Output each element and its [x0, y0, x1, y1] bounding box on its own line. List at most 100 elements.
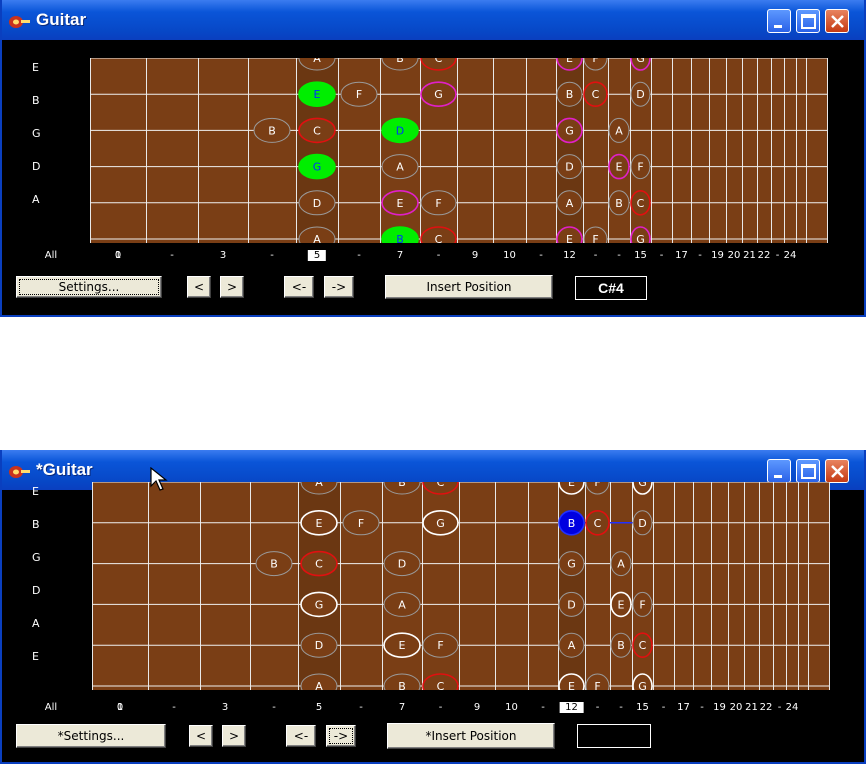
fret-number[interactable]: 21: [745, 702, 758, 713]
next-button[interactable]: >: [222, 725, 246, 747]
note-marker[interactable]: E: [608, 153, 630, 180]
title-bar[interactable]: Guitar: [2, 0, 864, 40]
note-marker[interactable]: F: [342, 510, 380, 536]
minimize-button[interactable]: [767, 9, 791, 33]
settings-button[interactable]: Settings...: [16, 276, 162, 298]
fret-number[interactable]: -: [617, 250, 621, 261]
note-marker[interactable]: E: [381, 190, 419, 216]
note-marker[interactable]: G: [420, 81, 457, 108]
note-marker[interactable]: C: [583, 81, 608, 108]
fret-number[interactable]: 24: [784, 250, 797, 261]
next-button[interactable]: >: [220, 276, 244, 298]
fret-number[interactable]: 1: [117, 702, 123, 713]
fret-number[interactable]: 17: [677, 702, 690, 713]
fret-number[interactable]: 5: [307, 250, 327, 261]
fret-number[interactable]: 12: [563, 250, 576, 261]
fret-number[interactable]: -: [619, 702, 623, 713]
fret-number[interactable]: 9: [474, 702, 480, 713]
fret-number[interactable]: -: [594, 250, 598, 261]
fret-number[interactable]: 10: [505, 702, 518, 713]
fret-number[interactable]: 20: [728, 250, 741, 261]
note-marker[interactable]: A: [608, 117, 630, 143]
fret-number[interactable]: -: [700, 702, 704, 713]
prev-position-button[interactable]: <-: [284, 276, 314, 298]
insert-position-button[interactable]: *Insert Position: [387, 723, 555, 749]
note-marker[interactable]: C: [585, 509, 610, 536]
note-marker[interactable]: D: [383, 551, 421, 577]
fret-number[interactable]: -: [662, 702, 666, 713]
note-marker[interactable]: D: [556, 154, 583, 180]
note-marker[interactable]: G: [422, 509, 459, 536]
all-frets-label[interactable]: All: [45, 702, 57, 713]
note-marker[interactable]: G: [556, 117, 583, 144]
note-marker[interactable]: A: [558, 632, 585, 658]
note-marker[interactable]: G: [298, 153, 336, 180]
note-marker[interactable]: C: [632, 632, 653, 658]
note-marker[interactable]: B: [610, 632, 632, 658]
note-marker[interactable]: E: [558, 673, 585, 690]
fret-number[interactable]: 19: [711, 250, 724, 261]
all-frets-label[interactable]: All: [45, 250, 57, 261]
fret-number[interactable]: 24: [786, 702, 799, 713]
fret-number[interactable]: 7: [399, 702, 405, 713]
note-marker[interactable]: E: [556, 226, 583, 243]
insert-position-button[interactable]: Insert Position: [385, 275, 553, 299]
next-position-button[interactable]: ->: [324, 276, 354, 298]
fret-number[interactable]: 22: [760, 702, 773, 713]
fretboard[interactable]: A B C E F G E F G B C D B C D G A G A D E F D E F A B C A B C E F G: [92, 482, 830, 690]
prev-button[interactable]: <: [189, 725, 213, 747]
fret-number[interactable]: 12: [559, 702, 584, 713]
settings-button[interactable]: *Settings...: [16, 724, 166, 748]
fret-number[interactable]: 20: [730, 702, 743, 713]
maximize-button[interactable]: [796, 459, 820, 483]
fret-number[interactable]: -: [778, 702, 782, 713]
fret-number[interactable]: -: [776, 250, 780, 261]
note-marker[interactable]: A: [383, 591, 421, 617]
fret-number[interactable]: -: [596, 702, 600, 713]
note-marker[interactable]: D: [298, 190, 336, 216]
note-marker[interactable]: C: [630, 190, 651, 216]
fret-number[interactable]: 9: [472, 250, 478, 261]
note-marker[interactable]: D: [630, 81, 651, 107]
prev-button[interactable]: <: [187, 276, 211, 298]
prev-position-button[interactable]: <-: [286, 725, 316, 747]
fret-number[interactable]: 5: [316, 702, 322, 713]
note-marker[interactable]: G: [300, 591, 338, 618]
note-marker[interactable]: B: [255, 551, 293, 577]
note-marker[interactable]: B: [558, 509, 585, 536]
next-position-button[interactable]: ->: [326, 725, 356, 747]
fret-number[interactable]: -: [698, 250, 702, 261]
note-marker[interactable]: E: [298, 81, 336, 108]
fret-number[interactable]: -: [437, 250, 441, 261]
note-marker[interactable]: D: [632, 510, 653, 536]
note-marker[interactable]: A: [610, 551, 632, 577]
note-marker[interactable]: F: [340, 81, 378, 107]
fret-number[interactable]: -: [439, 702, 443, 713]
fret-number[interactable]: -: [357, 250, 361, 261]
note-marker[interactable]: G: [630, 226, 651, 243]
note-marker[interactable]: A: [556, 190, 583, 216]
note-marker[interactable]: C: [298, 117, 336, 144]
note-marker[interactable]: F: [420, 190, 457, 216]
note-marker[interactable]: B: [253, 117, 291, 143]
note-marker[interactable]: C: [300, 550, 338, 577]
fretboard[interactable]: A B C E F G E F G B C D B C D G A G A D E F D E F A B C A B C E F G: [90, 58, 828, 243]
fret-number[interactable]: 3: [222, 702, 228, 713]
fret-number[interactable]: -: [541, 702, 545, 713]
note-marker[interactable]: G: [632, 673, 653, 690]
close-button[interactable]: [825, 9, 849, 33]
fret-number[interactable]: 1: [115, 250, 121, 261]
fret-number[interactable]: 3: [220, 250, 226, 261]
close-button[interactable]: [825, 459, 849, 483]
note-marker[interactable]: A: [381, 154, 419, 180]
fret-number[interactable]: 7: [397, 250, 403, 261]
fret-number[interactable]: 17: [675, 250, 688, 261]
note-marker[interactable]: E: [383, 632, 421, 658]
fret-number[interactable]: -: [272, 702, 276, 713]
fret-number[interactable]: 15: [634, 250, 647, 261]
note-marker[interactable]: D: [558, 591, 585, 617]
fret-number[interactable]: -: [359, 702, 363, 713]
note-marker[interactable]: E: [300, 509, 338, 536]
note-marker[interactable]: G: [558, 551, 585, 577]
note-marker[interactable]: B: [556, 81, 583, 107]
